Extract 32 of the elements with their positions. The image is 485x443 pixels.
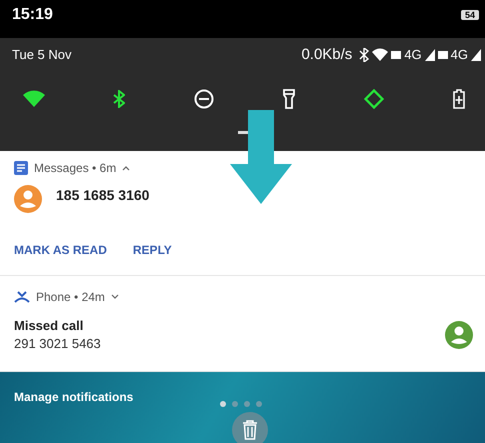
sim-icon bbox=[438, 50, 448, 60]
notification-title: Missed call bbox=[14, 318, 84, 333]
bluetooth-icon bbox=[359, 48, 370, 62]
manage-notifications-link[interactable]: Manage notifications bbox=[14, 390, 134, 404]
wifi-icon[interactable] bbox=[23, 90, 45, 108]
date-text: Tue 5 Nov bbox=[12, 47, 72, 62]
sim-icon bbox=[391, 50, 402, 60]
collapse-icon[interactable] bbox=[122, 165, 130, 171]
network-speed: 0.0Kb/s bbox=[301, 46, 352, 63]
page-dots bbox=[219, 400, 263, 408]
battery-indicator: 54 bbox=[460, 10, 479, 20]
wifi-icon bbox=[372, 48, 388, 62]
action-button[interactable]: REPLY bbox=[132, 243, 172, 257]
clock-time: 15:19 bbox=[12, 6, 53, 24]
network-type: 4G bbox=[404, 47, 422, 62]
action-button[interactable]: MARK AS READ bbox=[14, 243, 107, 257]
expand-icon[interactable] bbox=[110, 294, 119, 300]
battery-plus-icon[interactable] bbox=[453, 89, 465, 109]
network-type: 4G bbox=[450, 47, 468, 62]
minus-circle-icon[interactable] bbox=[194, 89, 214, 109]
signal-icon bbox=[471, 48, 481, 60]
bluetooth-icon[interactable] bbox=[113, 90, 125, 108]
trash-icon[interactable] bbox=[232, 412, 268, 443]
flashlight-icon[interactable] bbox=[283, 89, 295, 109]
missed-call-icon bbox=[14, 291, 30, 303]
notification-title: 185 1685 3160 bbox=[56, 187, 150, 203]
rotation-icon[interactable] bbox=[364, 89, 384, 109]
app-name: Phone • 24m bbox=[36, 290, 105, 304]
message-icon bbox=[14, 161, 28, 175]
app-name: Messages • 6m bbox=[34, 161, 116, 175]
caller-number: 291 3021 5463 bbox=[14, 336, 101, 351]
signal-icon bbox=[424, 48, 435, 60]
